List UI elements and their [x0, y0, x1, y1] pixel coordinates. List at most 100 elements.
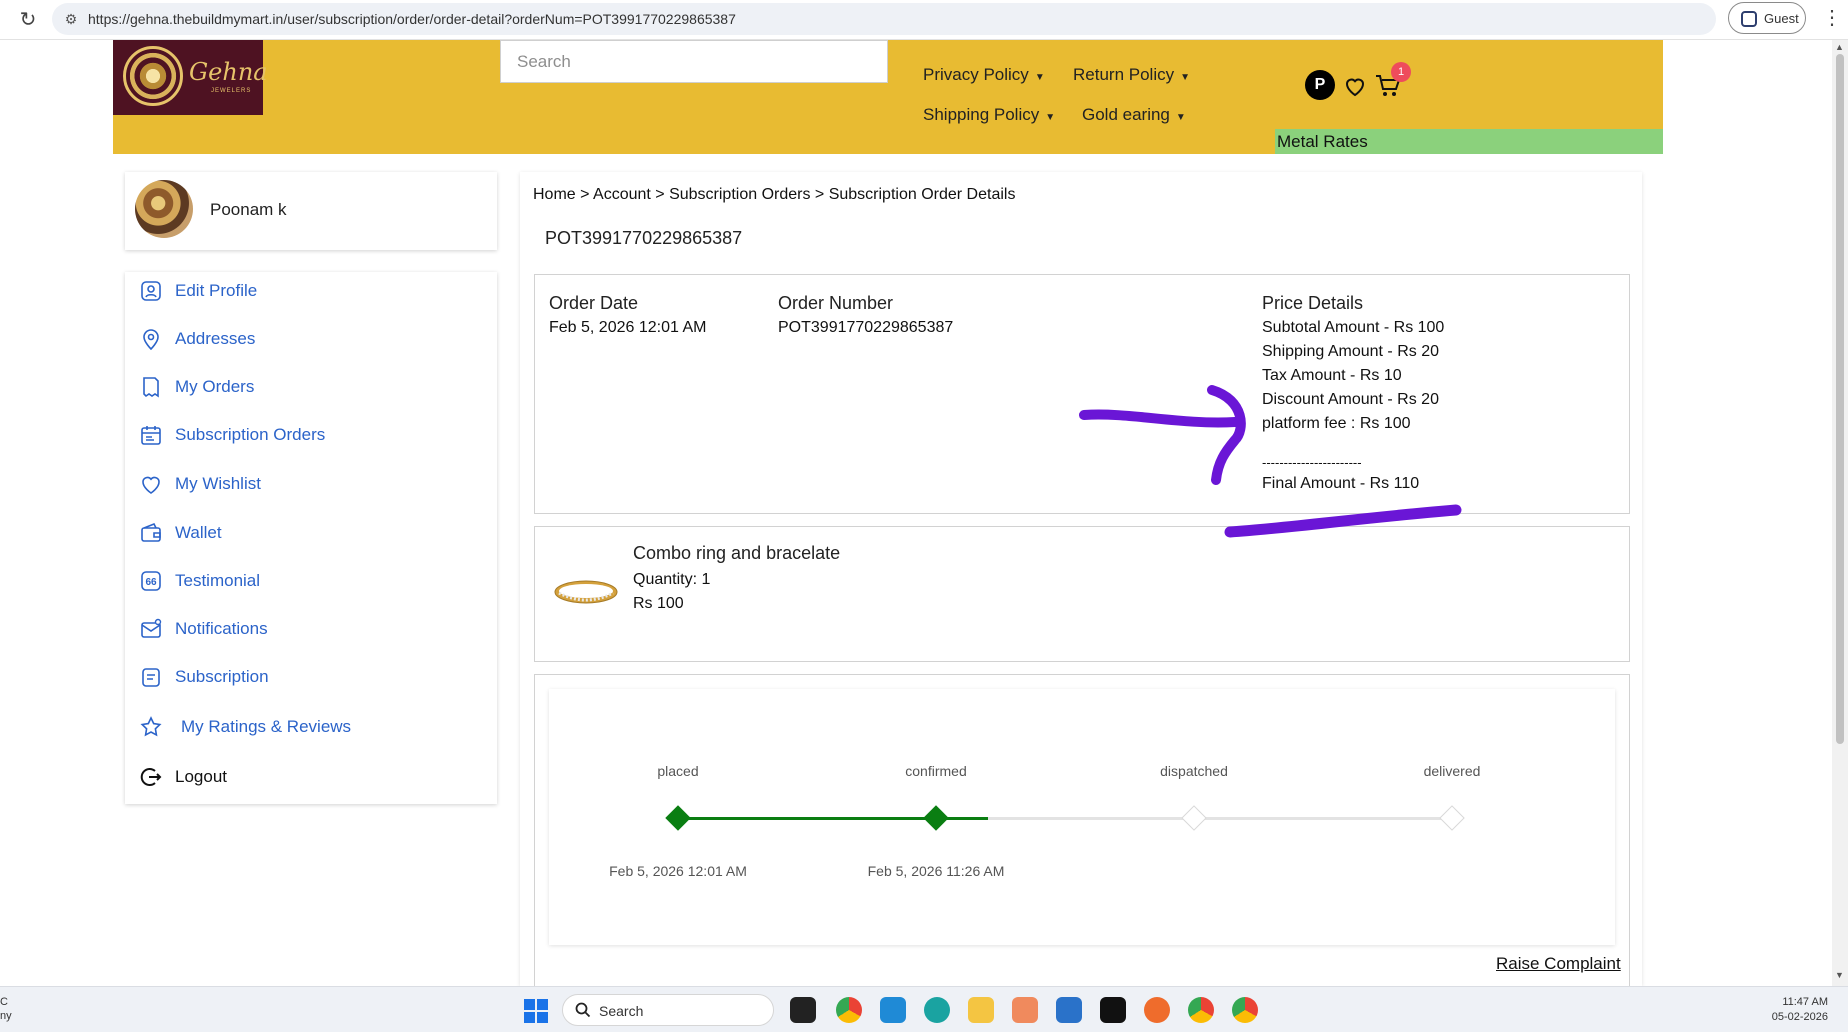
account-menu: Edit Profile Addresses My Orders Subscri…	[125, 272, 497, 804]
sidebar-item-label: My Wishlist	[175, 474, 261, 493]
sidebar-item-label: Subscription	[175, 667, 269, 686]
step-label-delivered: delivered	[1423, 763, 1481, 779]
terminal-icon[interactable]	[1100, 997, 1126, 1023]
wishlist-heart-icon[interactable]	[1343, 74, 1367, 98]
user-avatar[interactable]: P	[1305, 70, 1335, 100]
scroll-down-arrow-icon[interactable]: ▼	[1835, 970, 1844, 980]
task-view-icon[interactable]	[790, 997, 816, 1023]
nav-privacy-policy[interactable]: Privacy Policy ▼	[923, 65, 1045, 85]
caret-down-icon: ▼	[1175, 112, 1186, 123]
snipping-tool-icon[interactable]	[1012, 997, 1038, 1023]
sidebar-item-edit-profile[interactable]: Edit Profile	[139, 276, 257, 306]
taskbar-search[interactable]: Search	[562, 994, 774, 1026]
windows-start-icon[interactable]	[524, 999, 548, 1023]
ring-product-image[interactable]	[553, 577, 619, 607]
sidebar-item-label: Testimonial	[175, 571, 261, 590]
price-subtotal: Subtotal Amount - Rs 100	[1262, 319, 1445, 336]
notepad-icon[interactable]	[1056, 997, 1082, 1023]
sidebar-item-testimonial[interactable]: 66 Testimonial	[139, 566, 260, 596]
step-marker-dispatched	[1181, 805, 1207, 831]
subscription-icon	[142, 668, 160, 687]
sidebar-item-wallet[interactable]: Wallet	[139, 518, 222, 548]
user-icon	[141, 281, 161, 301]
order-number-value: POT3991770229865387	[778, 319, 954, 336]
scroll-thumb[interactable]	[1836, 54, 1844, 744]
order-item-card: Combo ring and bracelate Quantity: 1 Rs …	[534, 526, 1630, 662]
step-label-dispatched: dispatched	[1160, 763, 1228, 779]
sidebar-item-my-wishlist[interactable]: My Wishlist	[139, 469, 261, 499]
item-price: Rs 100	[633, 595, 684, 612]
taskbar-widget-line1: C	[0, 996, 8, 1008]
wallet-icon	[141, 522, 161, 542]
taskbar-search-label: Search	[599, 1003, 644, 1019]
nav-return-policy[interactable]: Return Policy ▼	[1073, 65, 1190, 85]
chrome-profile-icon[interactable]	[1188, 997, 1214, 1023]
nav-gold-earing[interactable]: Gold earing ▼	[1082, 105, 1186, 125]
step-marker-delivered	[1439, 805, 1465, 831]
page-scrollbar[interactable]: ▲ ▼	[1832, 40, 1848, 986]
search-input[interactable]	[500, 40, 888, 83]
sidebar-item-my-orders[interactable]: My Orders	[139, 372, 254, 402]
nav-privacy-label: Privacy Policy	[923, 65, 1029, 84]
caret-down-icon: ▼	[1045, 112, 1056, 123]
price-tax: Tax Amount - Rs 10	[1262, 367, 1402, 384]
address-bar[interactable]: ⚙ https://gehna.thebuildmymart.in/user/s…	[52, 3, 1716, 35]
site-settings-icon[interactable]: ⚙	[62, 10, 80, 28]
vscode-icon[interactable]	[880, 997, 906, 1023]
sidebar-item-label: Addresses	[175, 329, 256, 348]
order-detail-panel: Home > Account > Subscription Orders > S…	[520, 172, 1642, 986]
taskbar-widget[interactable]: Cny	[0, 995, 12, 1023]
order-date-label: Order Date	[549, 293, 639, 313]
sidebar-item-label: Subscription Orders	[175, 425, 326, 444]
profile-name: Poonam k	[210, 200, 287, 219]
browser-bar: ↻ ⚙ https://gehna.thebuildmymart.in/user…	[0, 0, 1848, 40]
edge-icon[interactable]	[924, 997, 950, 1023]
sidebar-item-notifications[interactable]: Notifications	[139, 614, 268, 644]
url-text[interactable]: https://gehna.thebuildmymart.in/user/sub…	[88, 11, 736, 27]
chrome-guest-icon[interactable]	[1232, 997, 1258, 1023]
clock-time: 11:47 AM	[1782, 996, 1828, 1008]
scroll-up-arrow-icon[interactable]: ▲	[1835, 42, 1844, 52]
sidebar-item-addresses[interactable]: Addresses	[139, 324, 255, 354]
sidebar-item-label: My Ratings & Reviews	[181, 717, 352, 736]
heart-icon	[142, 476, 160, 494]
cart-count-badge: 1	[1391, 62, 1411, 82]
order-number-label: Order Number	[778, 293, 894, 313]
site-logo[interactable]: Gehna JEWELERS	[113, 40, 268, 115]
reload-icon[interactable]: ↻	[14, 6, 42, 34]
sidebar-item-ratings-reviews[interactable]: My Ratings & Reviews	[139, 712, 351, 742]
postman-icon[interactable]	[1144, 997, 1170, 1023]
browser-menu-icon[interactable]: ⋮	[1822, 5, 1842, 30]
sidebar-item-subscription[interactable]: Subscription	[139, 662, 269, 692]
guest-profile-button[interactable]: Guest	[1728, 2, 1806, 34]
sidebar-item-logout[interactable]: Logout	[139, 762, 227, 792]
sidebar-item-label: My Orders	[175, 377, 255, 396]
chrome-icon[interactable]	[836, 997, 862, 1023]
orders-icon	[143, 377, 159, 398]
sidebar-item-subscription-orders[interactable]: Subscription Orders	[139, 420, 325, 450]
nav-return-label: Return Policy	[1073, 65, 1175, 84]
mail-icon	[141, 618, 162, 638]
caret-down-icon: ▼	[1034, 72, 1045, 83]
breadcrumb[interactable]: Home > Account > Subscription Orders > S…	[533, 186, 1015, 204]
file-explorer-icon[interactable]	[968, 997, 994, 1023]
item-name: Combo ring and bracelate	[633, 543, 841, 563]
sidebar-item-label: Logout	[175, 767, 227, 786]
price-shipping: Shipping Amount - Rs 20	[1262, 343, 1439, 360]
location-pin-icon	[143, 329, 159, 351]
logout-icon	[140, 768, 162, 786]
svg-text:66: 66	[145, 577, 157, 588]
price-separator: -----------------------	[1262, 455, 1362, 470]
nav-shipping-policy[interactable]: Shipping Policy ▼	[923, 105, 1055, 125]
order-tracking-box: placed confirmed dispatched delivered Fe…	[534, 674, 1630, 986]
logo-subtext: JEWELERS	[211, 88, 252, 94]
step-marker-placed	[665, 805, 691, 831]
raise-complaint-link[interactable]: Raise Complaint	[1496, 954, 1621, 974]
caret-down-icon: ▼	[1180, 72, 1191, 83]
taskbar-clock[interactable]: 11:47 AM 05-02-2026	[1762, 995, 1828, 1025]
step-date-confirmed: Feb 5, 2026 11:26 AM	[867, 863, 1005, 879]
metal-rates-link[interactable]: Metal Rates	[1275, 129, 1663, 154]
page-title: POT3991770229865387	[545, 228, 743, 248]
price-final-amount: Final Amount - Rs 110	[1262, 475, 1420, 492]
order-info-box: Order Date Feb 5, 2026 12:01 AM Order Nu…	[534, 274, 1630, 514]
